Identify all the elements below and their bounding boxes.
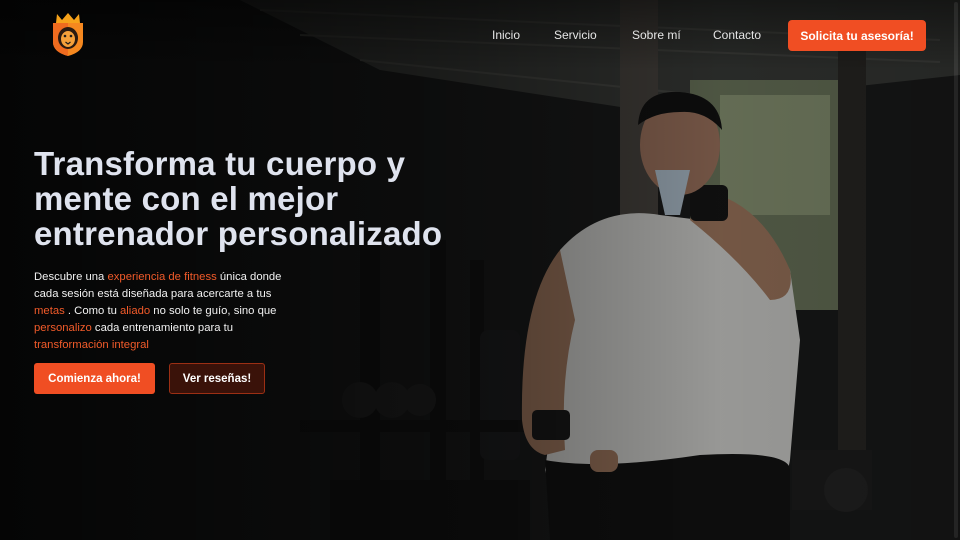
hero-title: Transforma tu cuerpo y mente con el mejo…: [34, 146, 504, 251]
hero-title-line: entrenador personalizado: [34, 215, 443, 252]
start-now-button[interactable]: Comienza ahora!: [34, 363, 155, 394]
desc-text: cada entrenamiento para tu: [91, 322, 234, 334]
desc-text: no solo te guío, sino que: [150, 305, 277, 317]
desc-text: Descubre una: [34, 271, 108, 283]
lion-crown-shield-icon[interactable]: [50, 10, 86, 58]
desc-text: . Como tu: [64, 305, 121, 317]
hero-title-line: mente con el mejor: [34, 180, 339, 217]
highlight-transformation: transformación integral: [34, 339, 149, 351]
nav-link-inicio[interactable]: Inicio: [492, 28, 520, 42]
hero-description: Descubre una experiencia de fitness únic…: [34, 269, 296, 354]
hero-actions: Comienza ahora! Ver reseñas!: [34, 363, 265, 394]
navbar: Inicio Servicio Sobre mí Contacto Solici…: [0, 0, 960, 70]
see-reviews-button[interactable]: Ver reseñas!: [169, 363, 265, 394]
highlight-experience: experiencia de fitness: [107, 271, 217, 283]
highlight-goals: metas: [34, 305, 65, 317]
nav-link-sobre-mi[interactable]: Sobre mí: [632, 28, 681, 42]
nav-link-servicio[interactable]: Servicio: [554, 28, 597, 42]
highlight-ally: aliado: [120, 305, 151, 317]
hero-title-line: Transforma tu cuerpo y: [34, 145, 406, 182]
hero-section: Transforma tu cuerpo y mente con el mejo…: [34, 146, 504, 394]
page-scrollbar[interactable]: [954, 2, 958, 538]
highlight-personalize: personalizo: [34, 322, 92, 334]
request-consultation-button[interactable]: Solicita tu asesoría!: [788, 20, 926, 51]
nav-link-contacto[interactable]: Contacto: [713, 28, 761, 42]
